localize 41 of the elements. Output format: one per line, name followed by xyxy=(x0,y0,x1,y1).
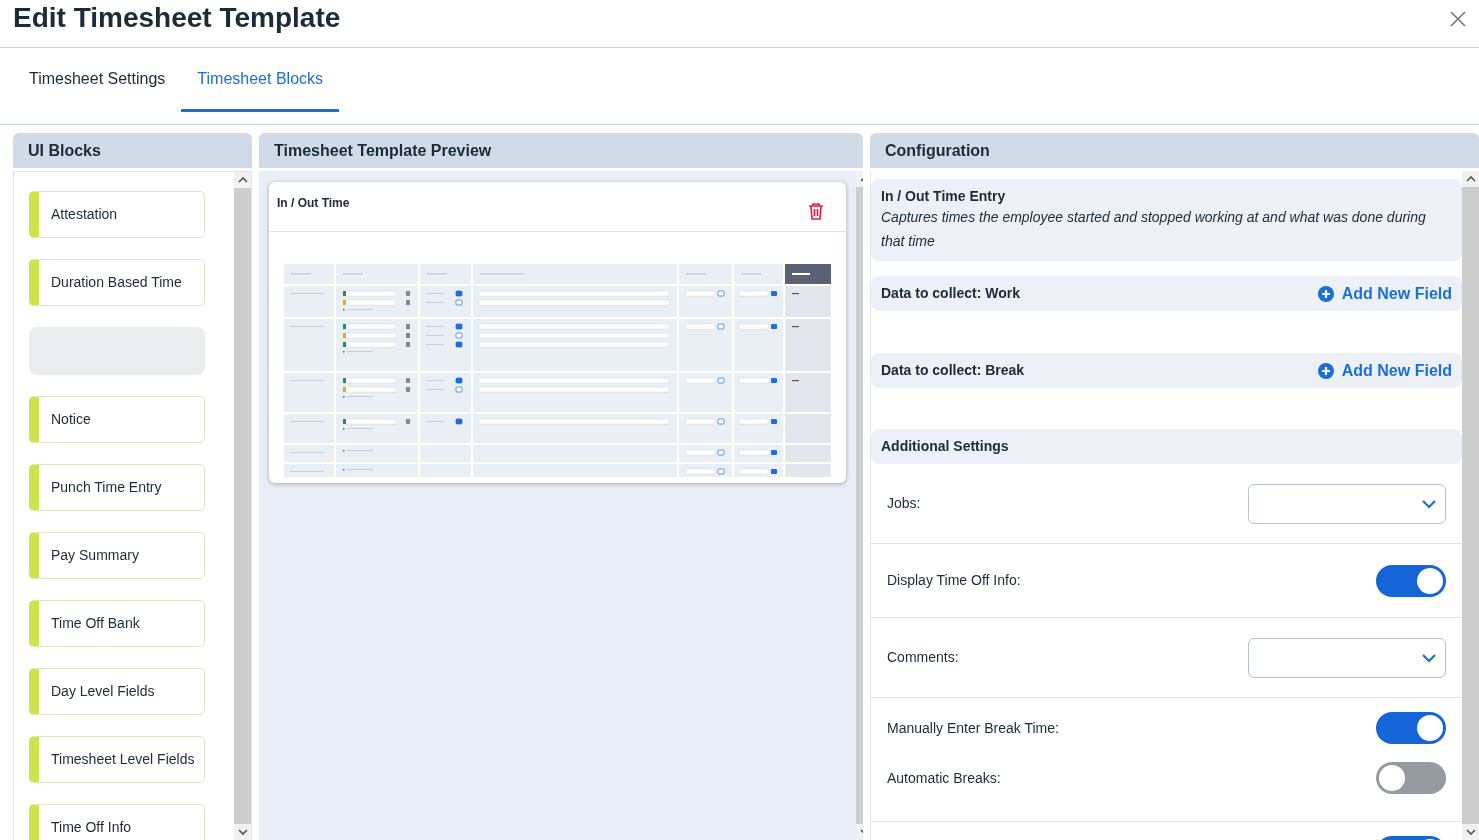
setting-label: Display Time Off Info: xyxy=(887,571,1021,590)
block-item[interactable]: Time Off Info xyxy=(29,804,205,840)
block-description: Captures times the employee started and stopped working at and what was done during that time xyxy=(881,208,1427,251)
plus-icon xyxy=(1317,285,1334,302)
tab[interactable]: Timesheet Blocks xyxy=(181,48,340,112)
dropdown-field[interactable] xyxy=(1248,483,1446,524)
chevron-down-icon xyxy=(1421,498,1437,509)
close-icon xyxy=(1449,9,1467,28)
block-item[interactable]: Attestation xyxy=(29,191,205,238)
block-item[interactable]: Duration Based Time xyxy=(29,259,205,306)
setting-label: Jobs: xyxy=(887,494,921,513)
toggle-switch[interactable] xyxy=(1376,712,1446,744)
add-field-button[interactable]: Add New Field xyxy=(1317,281,1452,306)
block-item[interactable]: Notice xyxy=(29,396,205,443)
tab[interactable]: Timesheet Settings xyxy=(13,48,182,112)
panel-header: Configuration xyxy=(870,133,1479,168)
scrollbar[interactable] xyxy=(234,172,251,840)
chevron-down-icon xyxy=(1421,652,1437,663)
setting-label: Comments: xyxy=(887,648,959,667)
section-title: Data to collect: Work xyxy=(881,284,1020,303)
scrollbar[interactable] xyxy=(1462,171,1479,840)
plus-icon xyxy=(1317,362,1334,379)
toggle-switch[interactable] xyxy=(1376,762,1446,794)
dialog-title: Edit Timesheet Template xyxy=(13,1,341,35)
setting-label: Automatic Breaks: xyxy=(887,768,1001,788)
panel-header: UI Blocks xyxy=(13,133,252,168)
block-item[interactable]: Time Off Bank xyxy=(29,600,205,647)
panel-header: Timesheet Template Preview xyxy=(259,133,863,168)
block-item[interactable]: Day Level Fields xyxy=(29,668,205,715)
section-title: Additional Settings xyxy=(881,437,1009,456)
block-item[interactable]: Pay Summary xyxy=(29,532,205,579)
block-item[interactable]: Timesheet Level Fields xyxy=(29,736,205,783)
block-name: In / Out Time Entry xyxy=(881,187,1007,205)
setting-label: Manually Enter Break Time: xyxy=(887,718,1059,738)
toggle-switch[interactable] xyxy=(1376,564,1446,597)
section-title: Data to collect: Break xyxy=(881,361,1025,380)
trash-icon xyxy=(808,201,824,220)
block-item[interactable]: Punch Time Entry xyxy=(29,464,205,511)
add-field-button[interactable]: Add New Field xyxy=(1317,358,1452,383)
card-title: In / Out Time xyxy=(277,195,350,212)
dropdown-field[interactable] xyxy=(1248,637,1446,678)
